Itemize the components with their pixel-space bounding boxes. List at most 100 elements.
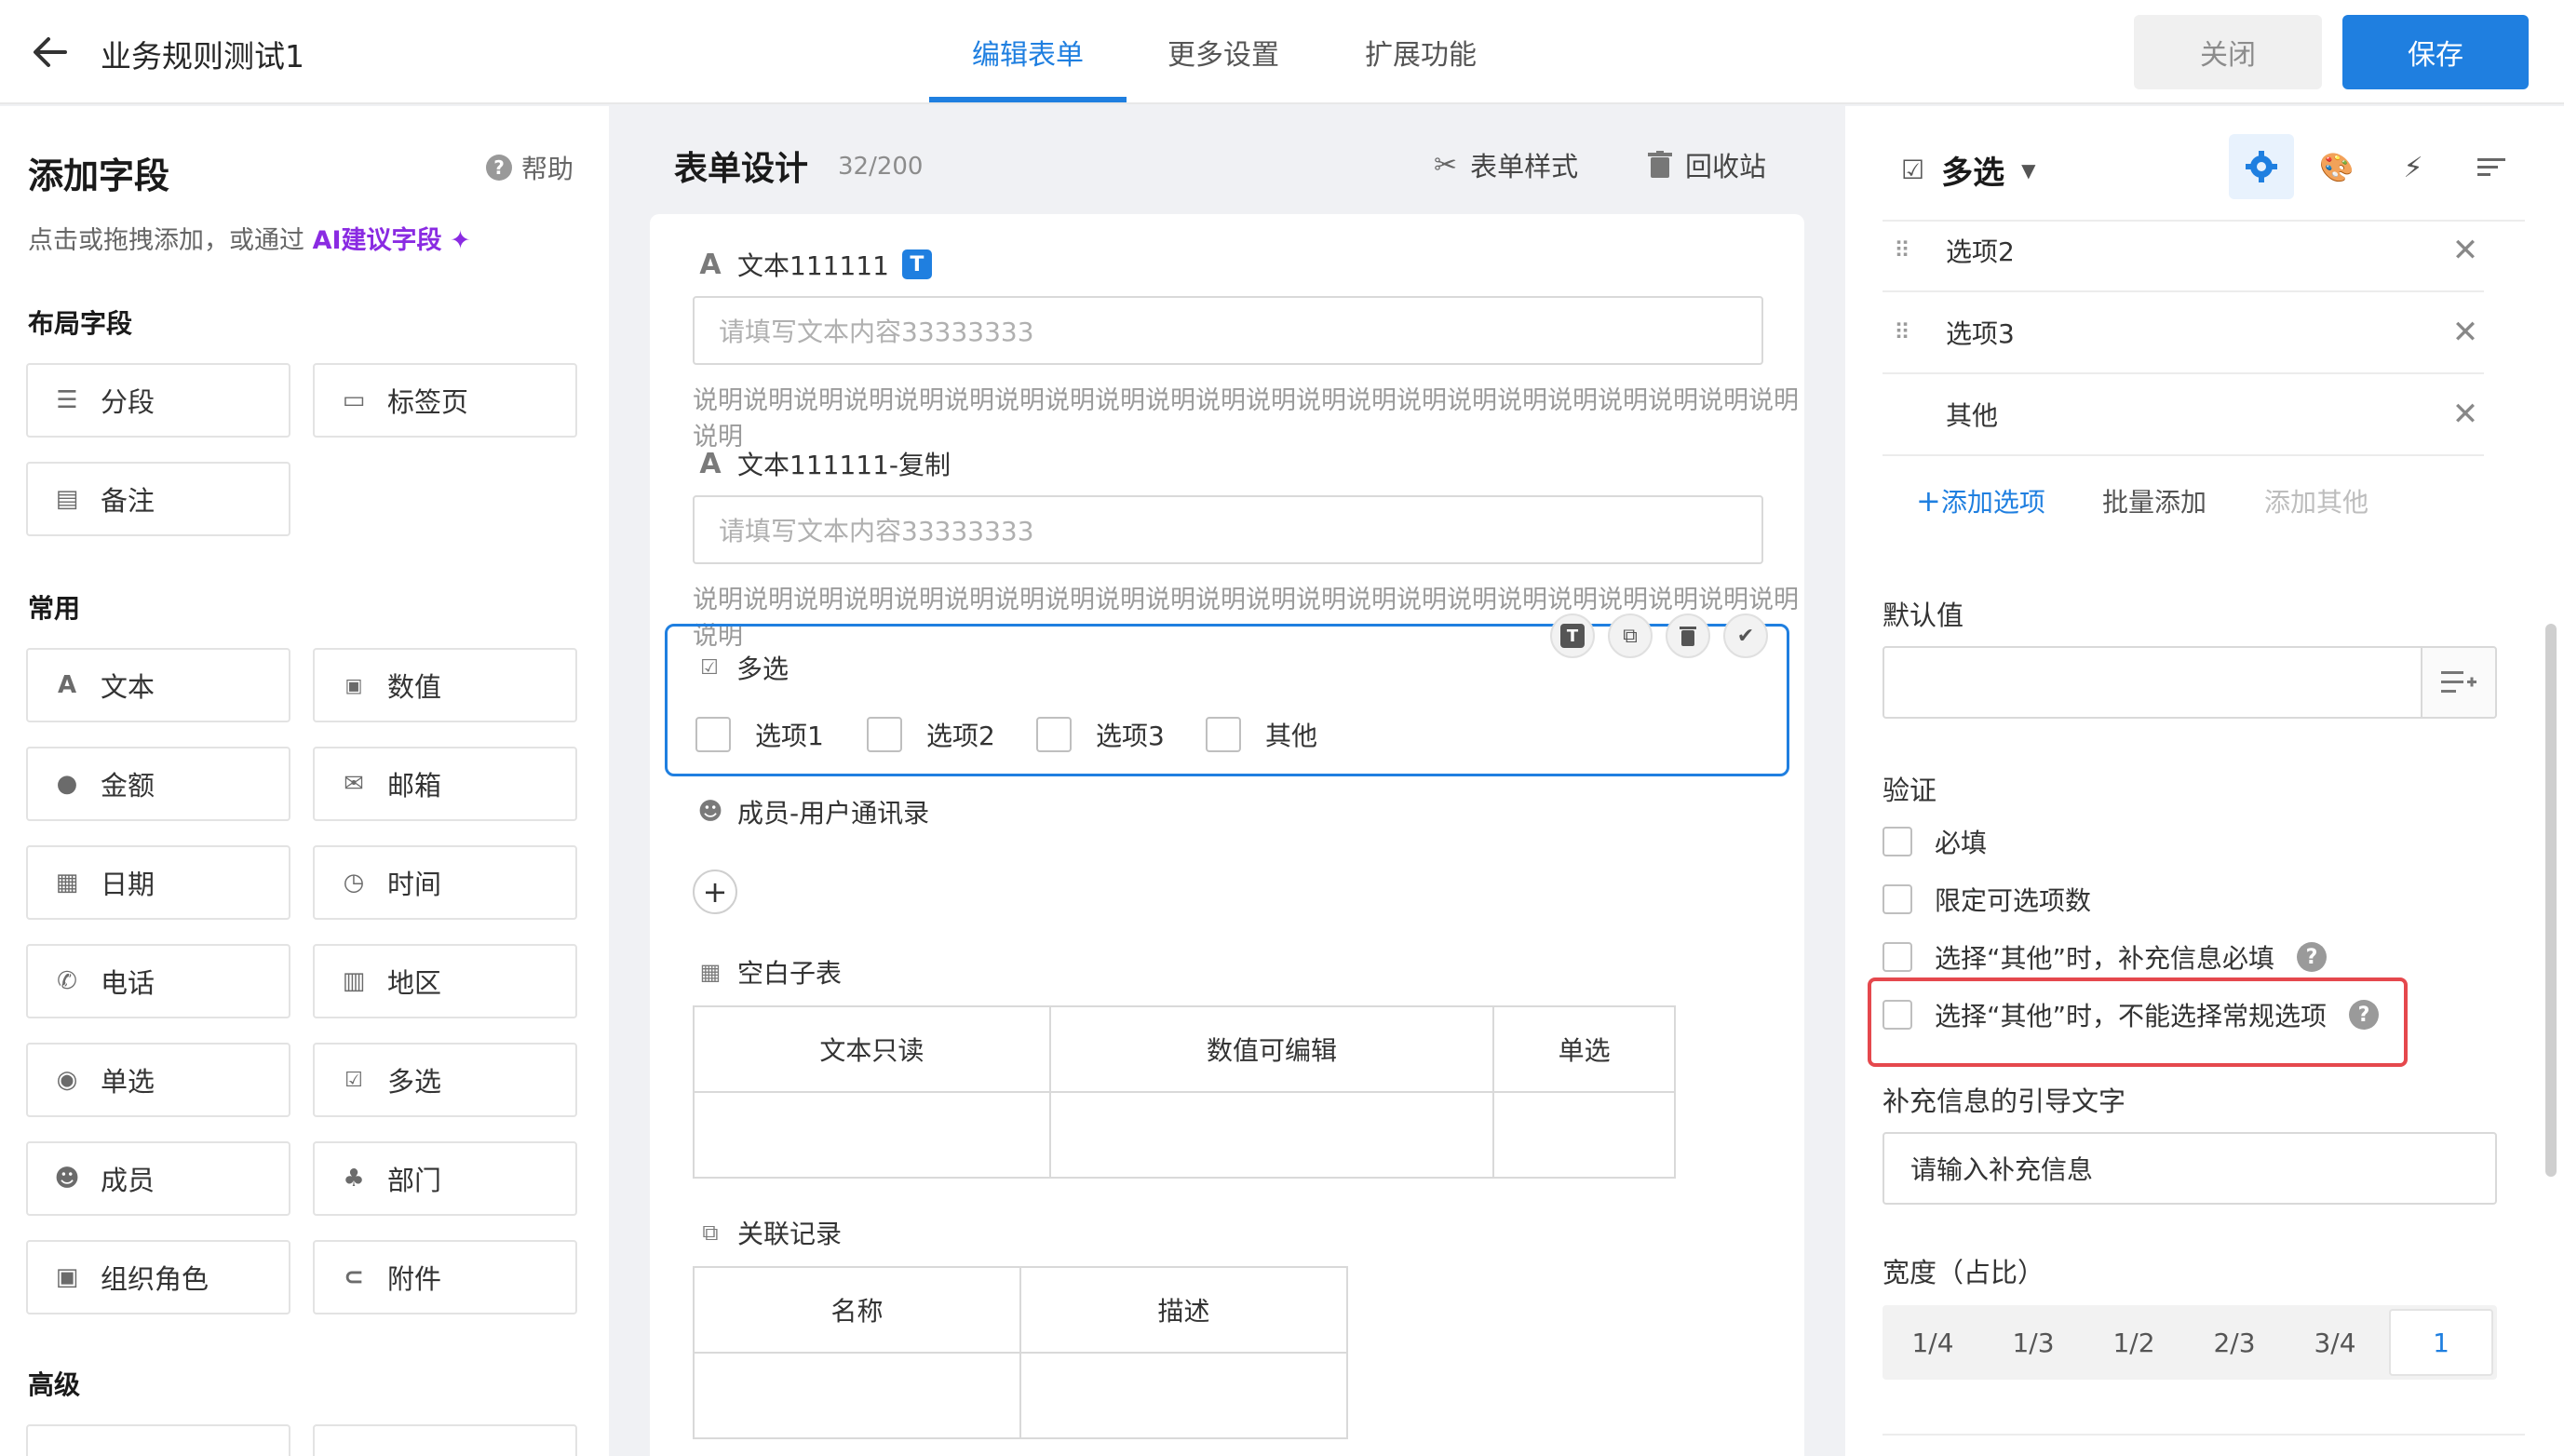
- checkbox[interactable]: [1883, 884, 1912, 914]
- text-icon: A: [57, 671, 77, 699]
- checkbox[interactable]: [1883, 1000, 1912, 1030]
- scrollbar[interactable]: [2545, 624, 2557, 1177]
- width-option-selected[interactable]: 1: [2389, 1309, 2493, 1376]
- field-region[interactable]: ▥ 地区: [313, 944, 577, 1018]
- field-role[interactable]: ▣ 组织角色: [26, 1240, 290, 1314]
- text-type-icon: A: [699, 447, 722, 480]
- field-multiselect[interactable]: ☑ 多选: [313, 1043, 577, 1117]
- checkbox[interactable]: [1206, 717, 1241, 752]
- validation-required[interactable]: 必填: [1883, 823, 1987, 860]
- add-member-button[interactable]: +: [693, 870, 737, 914]
- validation-limit-count[interactable]: 限定可选项数: [1883, 881, 2091, 918]
- validation-other-required[interactable]: 选择“其他”时，补充信息必填 ?: [1883, 938, 2328, 976]
- field-time[interactable]: ◷ 时间: [313, 845, 577, 920]
- option-checkbox-3[interactable]: 选项3: [1036, 716, 1165, 753]
- width-option[interactable]: 1/4: [1883, 1305, 1983, 1380]
- width-option[interactable]: 2/3: [2184, 1305, 2285, 1380]
- field-attachment[interactable]: ⊂ 附件: [313, 1240, 577, 1314]
- field-member[interactable]: ☻ 成员: [26, 1141, 290, 1216]
- save-button[interactable]: 保存: [2342, 15, 2529, 89]
- checkbox[interactable]: [1883, 827, 1912, 856]
- batch-add-link[interactable]: 批量添加: [2102, 482, 2206, 519]
- subtable-cell[interactable]: [1048, 1091, 1495, 1179]
- tab-edit-form[interactable]: 编辑表单: [972, 32, 1084, 73]
- lightning-icon[interactable]: ⚡: [2393, 147, 2434, 188]
- field-radio[interactable]: ◉ 单选: [26, 1043, 290, 1117]
- field-member-label[interactable]: ☻ 成员-用户通讯录: [696, 793, 929, 830]
- remove-icon[interactable]: ✕: [2447, 396, 2484, 433]
- option-checkbox-1[interactable]: 选项1: [695, 716, 824, 753]
- text1-input[interactable]: 请填写文本内容33333333: [693, 296, 1763, 365]
- field-date[interactable]: ▦ 日期: [26, 845, 290, 920]
- width-option[interactable]: 3/4: [2285, 1305, 2385, 1380]
- remove-icon[interactable]: ✕: [2447, 232, 2484, 269]
- field-text[interactable]: A 文本: [26, 648, 290, 722]
- list-add-icon[interactable]: [2421, 646, 2497, 719]
- field-label: 多选: [387, 1066, 442, 1098]
- question-icon[interactable]: ?: [2349, 1000, 2380, 1030]
- supplement-input[interactable]: 请输入补充信息: [1883, 1132, 2497, 1205]
- field-advanced-partial[interactable]: [26, 1424, 290, 1456]
- width-option[interactable]: 1/3: [1983, 1305, 2084, 1380]
- field-related-label[interactable]: ⧉ 关联记录: [696, 1214, 842, 1251]
- field-note[interactable]: ▤ 备注: [26, 462, 290, 536]
- remove-icon[interactable]: ✕: [2447, 314, 2484, 351]
- question-icon[interactable]: ?: [2297, 942, 2328, 972]
- field-phone[interactable]: ✆ 电话: [26, 944, 290, 1018]
- recycle-bin-button[interactable]: 回收站: [1648, 145, 1766, 184]
- field-department[interactable]: ♣ 部门: [313, 1141, 577, 1216]
- field-section[interactable]: ☰ 分段: [26, 363, 290, 438]
- back-arrow-icon[interactable]: [32, 34, 69, 71]
- width-option[interactable]: 1/2: [2084, 1305, 2184, 1380]
- field-number[interactable]: ▣ 数值: [313, 648, 577, 722]
- checkbox[interactable]: [867, 717, 902, 752]
- note-icon: ▤: [55, 485, 79, 513]
- option-name[interactable]: 其他: [1946, 396, 2447, 433]
- selected-multiselect-field[interactable]: T ⧉ ✔ ☑ 多选 选项1 选项2 选项3 其他: [665, 613, 1789, 776]
- ai-suggest-link[interactable]: AI建议字段: [313, 226, 442, 255]
- checkbox[interactable]: [1036, 717, 1072, 752]
- related-cell[interactable]: [1019, 1352, 1348, 1439]
- field-subtable-label[interactable]: ▦ 空白子表: [696, 953, 842, 991]
- sort-lines-icon[interactable]: [2471, 147, 2512, 188]
- field-mail[interactable]: ✉ 邮箱: [313, 747, 577, 821]
- drag-handle-icon[interactable]: ⠿: [1883, 319, 1920, 345]
- validation-other-exclusive[interactable]: 选择“其他”时，不能选择常规选项 ?: [1883, 996, 2380, 1033]
- copy-icon[interactable]: ⧉: [1608, 613, 1653, 658]
- tab-extensions[interactable]: 扩展功能: [1365, 32, 1477, 73]
- field-label: 成员: [101, 1165, 155, 1196]
- check-icon[interactable]: ✔: [1723, 613, 1768, 658]
- text-type-action-icon[interactable]: T: [1550, 613, 1595, 658]
- default-value-input[interactable]: [1883, 646, 2422, 719]
- related-header: 名称: [693, 1266, 1021, 1354]
- field-advanced-partial[interactable]: [313, 1424, 577, 1456]
- field-text1-label[interactable]: A 文本111111 T: [696, 246, 932, 283]
- field-type-selector[interactable]: ☑ 多选 ▼: [1901, 147, 2036, 193]
- field-money[interactable]: ● 金额: [26, 747, 290, 821]
- field-label: 部门: [387, 1165, 442, 1196]
- delete-icon[interactable]: [1666, 613, 1710, 658]
- option-checkbox-2[interactable]: 选项2: [867, 716, 995, 753]
- field-text2-label[interactable]: A 文本111111-复制: [696, 445, 951, 482]
- text2-input[interactable]: 请填写文本内容33333333: [693, 495, 1763, 564]
- option-name[interactable]: 选项2: [1946, 232, 2447, 269]
- add-other-link[interactable]: 添加其他: [2264, 482, 2368, 519]
- subtable-cell[interactable]: [1492, 1091, 1676, 1179]
- close-button[interactable]: 关闭: [2134, 15, 2322, 89]
- org-icon: ♣: [343, 1165, 365, 1193]
- tab-more-settings[interactable]: 更多设置: [1167, 32, 1279, 73]
- option-name[interactable]: 选项3: [1946, 314, 2447, 351]
- help-label: 帮助: [521, 154, 574, 184]
- option-checkbox-other[interactable]: 其他: [1206, 716, 1317, 753]
- help-link[interactable]: ? 帮助: [486, 149, 574, 186]
- add-option-link[interactable]: +添加选项: [1916, 482, 2045, 519]
- subtable-cell[interactable]: [693, 1091, 1051, 1179]
- drag-handle-icon[interactable]: ⠿: [1883, 237, 1920, 263]
- checkbox[interactable]: [695, 717, 731, 752]
- field-tabs[interactable]: ▭ 标签页: [313, 363, 577, 438]
- palette-icon[interactable]: 🎨: [2316, 147, 2357, 188]
- form-style-button[interactable]: ✂ 表单样式: [1434, 145, 1578, 184]
- gear-icon[interactable]: [2229, 134, 2294, 199]
- related-cell[interactable]: [693, 1352, 1021, 1439]
- checkbox[interactable]: [1883, 942, 1912, 972]
